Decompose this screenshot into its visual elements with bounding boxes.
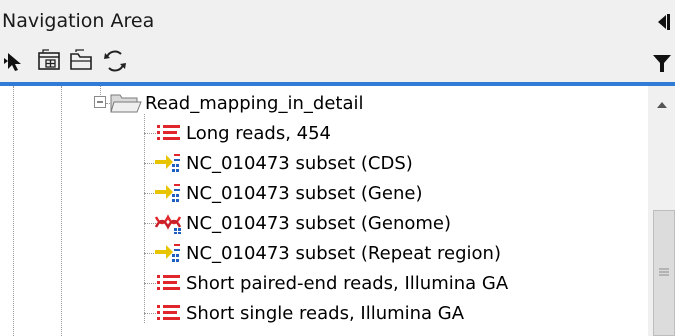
collapse-left-icon [658,14,670,30]
navigation-tree[interactable]: Read_mapping_in_detail Long reads, 454 N… [0,86,645,336]
tree-item-cds[interactable]: NC_010473 subset (CDS) [154,148,413,178]
tree-guide-line [13,86,14,336]
genome-mapping-icon [154,214,182,234]
refresh-button[interactable] [102,48,128,74]
refresh-icon [104,50,126,72]
select-pointer-icon [4,53,21,71]
tree-item-short-paired-end[interactable]: Short paired-end reads, Illumina GA [154,268,508,298]
open-folder-icon [110,94,142,113]
tree-item-label: NC_010473 subset (Repeat region) [186,242,501,264]
tree-guide-line [144,114,145,323]
read-mapping-icon [155,184,180,202]
tree-item-gene[interactable]: NC_010473 subset (Gene) [154,178,422,208]
tree-item-label: NC_010473 subset (Genome) [186,212,452,234]
folder-label: Read_mapping_in_detail [145,92,364,114]
filter-icon [653,55,671,72]
sequence-list-icon [157,305,180,320]
select-button[interactable] [2,48,28,74]
folder-icon [70,49,92,70]
panel-title: Navigation Area [2,10,155,32]
scroll-up-button[interactable] [654,96,670,108]
navigation-toolbar [0,42,675,82]
chevron-up-icon [657,102,667,108]
tree-folder-row[interactable]: Read_mapping_in_detail [93,88,363,118]
tree-item-long-reads-454[interactable]: Long reads, 454 [154,118,331,148]
sequence-list-icon [157,275,180,290]
grip-icon [659,268,669,276]
tree-item-genome[interactable]: NC_010473 subset (Genome) [154,208,451,238]
tree-item-label: NC_010473 subset (Gene) [186,182,423,204]
scrollbar-thumb[interactable] [653,210,675,336]
collapse-panel-button[interactable] [657,12,671,32]
tree-item-label: Long reads, 454 [186,122,331,144]
tree-item-label: Short paired-end reads, Illumina GA [186,272,509,294]
vertical-scrollbar[interactable] [648,86,675,336]
navigation-area-panel: Navigation Area Read_mapping_in_detail L… [0,0,675,336]
tree-item-short-single[interactable]: Short single reads, Illumina GA [154,298,464,328]
panel-header: Navigation Area [0,0,675,42]
new-folder-button[interactable] [36,48,62,74]
open-folder-button[interactable] [68,48,94,74]
tree-item-label: Short single reads, Illumina GA [186,302,465,324]
tree-guide-line [61,86,62,336]
tree-item-repeat-region[interactable]: NC_010473 subset (Repeat region) [154,238,501,268]
read-mapping-icon [155,244,180,262]
collapse-node-icon[interactable] [93,95,109,111]
tree-item-label: NC_010473 subset (CDS) [186,152,413,174]
sequence-list-icon [157,125,180,140]
read-mapping-icon [155,154,180,172]
filter-button[interactable] [651,52,673,74]
add-folder-icon [38,49,60,70]
